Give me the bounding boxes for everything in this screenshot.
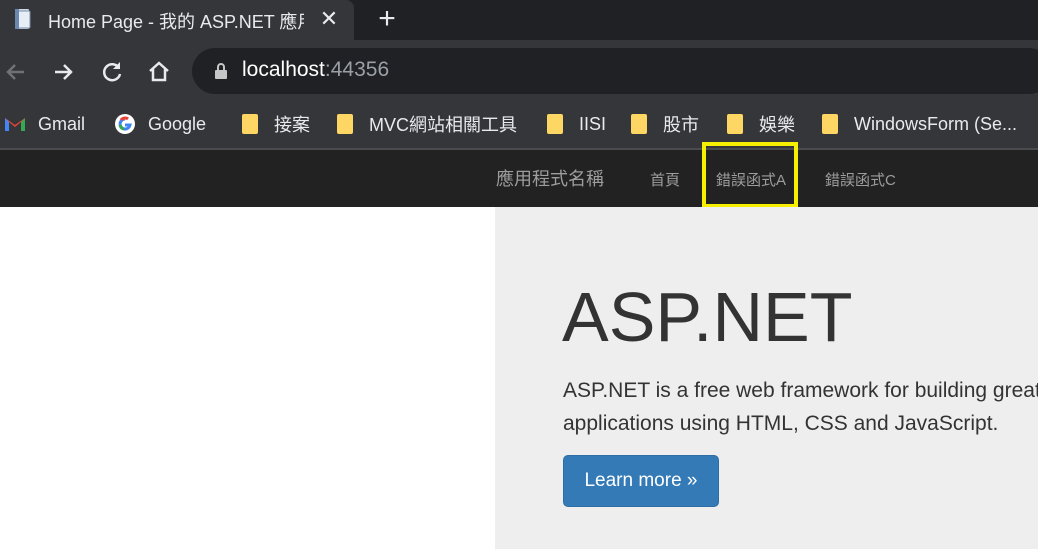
site-navbar: 應用程式名稱 首頁 錯誤函式A 錯誤函式C xyxy=(0,142,1038,208)
reload-icon[interactable] xyxy=(98,58,126,86)
google-icon xyxy=(115,114,135,134)
jumbotron-lead: ASP.NET is a free web framework for buil… xyxy=(563,379,1038,435)
new-tab-icon[interactable]: + xyxy=(374,4,400,34)
bookmark-folder-mvc[interactable]: MVC網站相關工具 xyxy=(337,111,517,137)
gmail-icon xyxy=(5,118,25,131)
url-text: localhost:44356 xyxy=(242,58,389,82)
close-tab-icon[interactable]: ✕ xyxy=(318,8,340,30)
lock-icon[interactable] xyxy=(212,62,230,80)
bookmark-label: 股市 xyxy=(663,115,699,135)
folder-icon xyxy=(337,114,353,134)
bookmark-label: Gmail xyxy=(38,113,86,134)
bookmark-folder-stocks[interactable]: 股市 xyxy=(631,111,699,137)
navbar-brand[interactable]: 應用程式名稱 xyxy=(496,165,604,191)
bookmark-folder-接案[interactable]: 接案 xyxy=(242,111,310,137)
nav-link-error-function-c[interactable]: 錯誤函式C xyxy=(825,169,896,190)
forward-icon[interactable] xyxy=(50,58,78,86)
tab-title: Home Page - 我的 ASP.NET 應用程式 xyxy=(48,12,304,32)
bookmark-label: IISI xyxy=(579,113,607,134)
bookmark-folder-entertainment[interactable]: 娛樂 xyxy=(727,111,795,137)
bookmarks-bar: Gmail Google 接案 MVC網站相關工具 IISI 股市 娛樂 Win… xyxy=(0,102,1038,150)
url-host: localhost xyxy=(242,58,325,81)
folder-icon xyxy=(631,114,647,134)
bookmark-label: 接案 xyxy=(274,115,310,135)
nav-link-error-function-a[interactable]: 錯誤函式A xyxy=(716,169,786,190)
jumbotron: ASP.NET ASP.NET is a free web framework … xyxy=(495,207,1038,549)
bookmark-google[interactable]: Google xyxy=(114,111,206,137)
bookmark-gmail[interactable]: Gmail xyxy=(4,111,85,137)
browser-tab[interactable]: Home Page - 我的 ASP.NET 應用程式 ✕ xyxy=(0,0,354,40)
browser-tabstrip: Home Page - 我的 ASP.NET 應用程式 ✕ + xyxy=(0,0,1038,40)
nav-link-home[interactable]: 首頁 xyxy=(650,169,680,190)
back-icon[interactable] xyxy=(2,58,30,86)
url-port: :44356 xyxy=(324,58,390,81)
address-bar[interactable]: localhost:44356 xyxy=(192,48,1038,94)
jumbotron-heading: ASP.NET xyxy=(562,278,853,356)
browser-toolbar: localhost:44356 xyxy=(0,40,1038,102)
learn-more-button[interactable]: Learn more » xyxy=(563,455,719,507)
bookmark-folder-iisi[interactable]: IISI xyxy=(547,111,606,137)
folder-icon xyxy=(727,114,743,134)
home-icon[interactable] xyxy=(145,58,173,86)
bookmark-folder-windowsform[interactable]: WindowsForm (Se... xyxy=(822,111,1017,137)
bookmark-label: WindowsForm (Se... xyxy=(854,113,1018,134)
folder-icon xyxy=(547,114,563,134)
bookmark-label: Google xyxy=(148,113,207,134)
page-icon xyxy=(15,9,31,29)
bookmark-label: MVC網站相關工具 xyxy=(369,115,517,135)
folder-icon xyxy=(242,114,258,134)
folder-icon xyxy=(822,114,838,134)
bookmark-label: 娛樂 xyxy=(759,115,795,135)
